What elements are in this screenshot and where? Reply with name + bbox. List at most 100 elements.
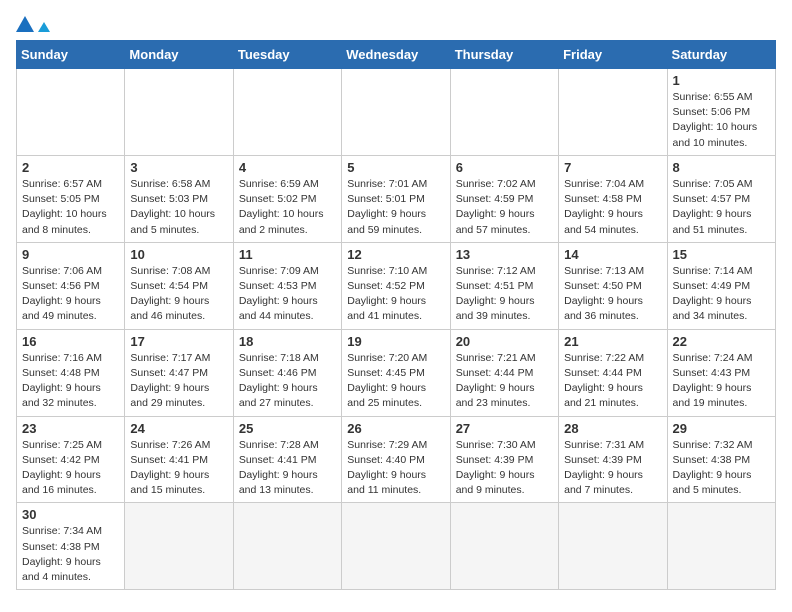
day-info: Sunrise: 6:57 AM Sunset: 5:05 PM Dayligh…	[22, 177, 119, 238]
weekday-header-thursday: Thursday	[450, 41, 558, 69]
calendar-cell: 12 Sunrise: 7:10 AM Sunset: 4:52 PM Dayli…	[342, 242, 450, 329]
day-number: 17	[130, 334, 227, 349]
day-info: Sunrise: 7:18 AM Sunset: 4:46 PM Dayligh…	[239, 351, 336, 412]
day-info: Sunrise: 7:05 AM Sunset: 4:57 PM Dayligh…	[673, 177, 770, 238]
logo-icon	[16, 16, 50, 32]
day-number: 14	[564, 247, 661, 262]
day-number: 8	[673, 160, 770, 175]
day-number: 27	[456, 421, 553, 436]
calendar-cell: 11 Sunrise: 7:09 AM Sunset: 4:53 PM Dayli…	[233, 242, 341, 329]
day-info: Sunrise: 7:29 AM Sunset: 4:40 PM Dayligh…	[347, 438, 444, 499]
day-number: 3	[130, 160, 227, 175]
calendar-cell	[559, 69, 667, 156]
calendar-cell	[342, 69, 450, 156]
day-info: Sunrise: 7:32 AM Sunset: 4:38 PM Dayligh…	[673, 438, 770, 499]
weekday-header-monday: Monday	[125, 41, 233, 69]
calendar-cell	[233, 69, 341, 156]
calendar-cell: 15 Sunrise: 7:14 AM Sunset: 4:49 PM Dayli…	[667, 242, 775, 329]
day-number: 20	[456, 334, 553, 349]
day-info: Sunrise: 7:09 AM Sunset: 4:53 PM Dayligh…	[239, 264, 336, 325]
day-info: Sunrise: 7:28 AM Sunset: 4:41 PM Dayligh…	[239, 438, 336, 499]
day-number: 11	[239, 247, 336, 262]
calendar-cell	[667, 503, 775, 590]
calendar-cell: 21 Sunrise: 7:22 AM Sunset: 4:44 PM Dayli…	[559, 329, 667, 416]
calendar-cell	[17, 69, 125, 156]
day-info: Sunrise: 7:22 AM Sunset: 4:44 PM Dayligh…	[564, 351, 661, 412]
calendar-cell: 27 Sunrise: 7:30 AM Sunset: 4:39 PM Dayli…	[450, 416, 558, 503]
calendar-cell: 25Sunrise: 7:28 AM Sunset: 4:41 PM Dayli…	[233, 416, 341, 503]
day-number: 24	[130, 421, 227, 436]
logo-triangle-small	[38, 22, 50, 32]
day-info: Sunrise: 7:30 AM Sunset: 4:39 PM Dayligh…	[456, 438, 553, 499]
day-info: Sunrise: 7:14 AM Sunset: 4:49 PM Dayligh…	[673, 264, 770, 325]
calendar-header: SundayMondayTuesdayWednesdayThursdayFrid…	[17, 41, 776, 69]
day-info: Sunrise: 7:13 AM Sunset: 4:50 PM Dayligh…	[564, 264, 661, 325]
calendar-cell: 10 Sunrise: 7:08 AM Sunset: 4:54 PM Dayli…	[125, 242, 233, 329]
day-info: Sunrise: 7:08 AM Sunset: 4:54 PM Dayligh…	[130, 264, 227, 325]
calendar-cell: 2 Sunrise: 6:57 AM Sunset: 5:05 PM Daylig…	[17, 155, 125, 242]
calendar-cell: 24 Sunrise: 7:26 AM Sunset: 4:41 PM Dayli…	[125, 416, 233, 503]
calendar-week-5: 23 Sunrise: 7:25 AM Sunset: 4:42 PM Dayli…	[17, 416, 776, 503]
day-info: Sunrise: 7:20 AM Sunset: 4:45 PM Dayligh…	[347, 351, 444, 412]
logo-area	[16, 16, 50, 32]
calendar-cell	[233, 503, 341, 590]
day-info: Sunrise: 7:06 AM Sunset: 4:56 PM Dayligh…	[22, 264, 119, 325]
day-info: Sunrise: 6:55 AM Sunset: 5:06 PM Dayligh…	[673, 90, 770, 151]
day-number: 4	[239, 160, 336, 175]
calendar-week-3: 9 Sunrise: 7:06 AM Sunset: 4:56 PM Daylig…	[17, 242, 776, 329]
day-info: Sunrise: 7:25 AM Sunset: 4:42 PM Dayligh…	[22, 438, 119, 499]
day-info: Sunrise: 7:34 AM Sunset: 4:38 PM Dayligh…	[22, 524, 119, 585]
day-number: 30	[22, 507, 119, 522]
weekday-header-friday: Friday	[559, 41, 667, 69]
calendar-cell: 16Sunrise: 7:16 AM Sunset: 4:48 PM Dayli…	[17, 329, 125, 416]
day-number: 10	[130, 247, 227, 262]
day-number: 18	[239, 334, 336, 349]
day-number: 9	[22, 247, 119, 262]
calendar-week-2: 2 Sunrise: 6:57 AM Sunset: 5:05 PM Daylig…	[17, 155, 776, 242]
day-number: 23	[22, 421, 119, 436]
day-number: 2	[22, 160, 119, 175]
day-number: 12	[347, 247, 444, 262]
page-header	[16, 16, 776, 32]
weekday-row: SundayMondayTuesdayWednesdayThursdayFrid…	[17, 41, 776, 69]
day-info: Sunrise: 7:02 AM Sunset: 4:59 PM Dayligh…	[456, 177, 553, 238]
weekday-header-wednesday: Wednesday	[342, 41, 450, 69]
day-number: 13	[456, 247, 553, 262]
day-number: 21	[564, 334, 661, 349]
day-number: 7	[564, 160, 661, 175]
calendar-cell	[125, 503, 233, 590]
calendar-cell: 13 Sunrise: 7:12 AM Sunset: 4:51 PM Dayli…	[450, 242, 558, 329]
day-number: 1	[673, 73, 770, 88]
day-info: Sunrise: 7:26 AM Sunset: 4:41 PM Dayligh…	[130, 438, 227, 499]
day-info: Sunrise: 7:12 AM Sunset: 4:51 PM Dayligh…	[456, 264, 553, 325]
calendar-week-6: 30 Sunrise: 7:34 AM Sunset: 4:38 PM Dayli…	[17, 503, 776, 590]
calendar-cell: 22Sunrise: 7:24 AM Sunset: 4:43 PM Dayli…	[667, 329, 775, 416]
calendar-week-4: 16Sunrise: 7:16 AM Sunset: 4:48 PM Dayli…	[17, 329, 776, 416]
day-number: 16	[22, 334, 119, 349]
calendar-cell: 26Sunrise: 7:29 AM Sunset: 4:40 PM Dayli…	[342, 416, 450, 503]
calendar-cell: 23 Sunrise: 7:25 AM Sunset: 4:42 PM Dayli…	[17, 416, 125, 503]
calendar-cell	[450, 69, 558, 156]
calendar-cell	[342, 503, 450, 590]
day-number: 29	[673, 421, 770, 436]
calendar-week-1: 1 Sunrise: 6:55 AM Sunset: 5:06 PM Daylig…	[17, 69, 776, 156]
day-info: Sunrise: 6:59 AM Sunset: 5:02 PM Dayligh…	[239, 177, 336, 238]
day-info: Sunrise: 7:31 AM Sunset: 4:39 PM Dayligh…	[564, 438, 661, 499]
day-info: Sunrise: 7:24 AM Sunset: 4:43 PM Dayligh…	[673, 351, 770, 412]
calendar-cell: 28 Sunrise: 7:31 AM Sunset: 4:39 PM Dayli…	[559, 416, 667, 503]
day-info: Sunrise: 7:04 AM Sunset: 4:58 PM Dayligh…	[564, 177, 661, 238]
day-number: 15	[673, 247, 770, 262]
calendar-cell: 17Sunrise: 7:17 AM Sunset: 4:47 PM Dayli…	[125, 329, 233, 416]
day-info: Sunrise: 7:10 AM Sunset: 4:52 PM Dayligh…	[347, 264, 444, 325]
calendar-body: 1 Sunrise: 6:55 AM Sunset: 5:06 PM Daylig…	[17, 69, 776, 590]
day-number: 6	[456, 160, 553, 175]
day-number: 5	[347, 160, 444, 175]
calendar-cell: 29 Sunrise: 7:32 AM Sunset: 4:38 PM Dayli…	[667, 416, 775, 503]
calendar-cell: 19 Sunrise: 7:20 AM Sunset: 4:45 PM Dayli…	[342, 329, 450, 416]
day-number: 19	[347, 334, 444, 349]
calendar-cell: 30 Sunrise: 7:34 AM Sunset: 4:38 PM Dayli…	[17, 503, 125, 590]
calendar-cell	[450, 503, 558, 590]
calendar-table: SundayMondayTuesdayWednesdayThursdayFrid…	[16, 40, 776, 590]
day-number: 28	[564, 421, 661, 436]
calendar-cell: 4 Sunrise: 6:59 AM Sunset: 5:02 PM Daylig…	[233, 155, 341, 242]
